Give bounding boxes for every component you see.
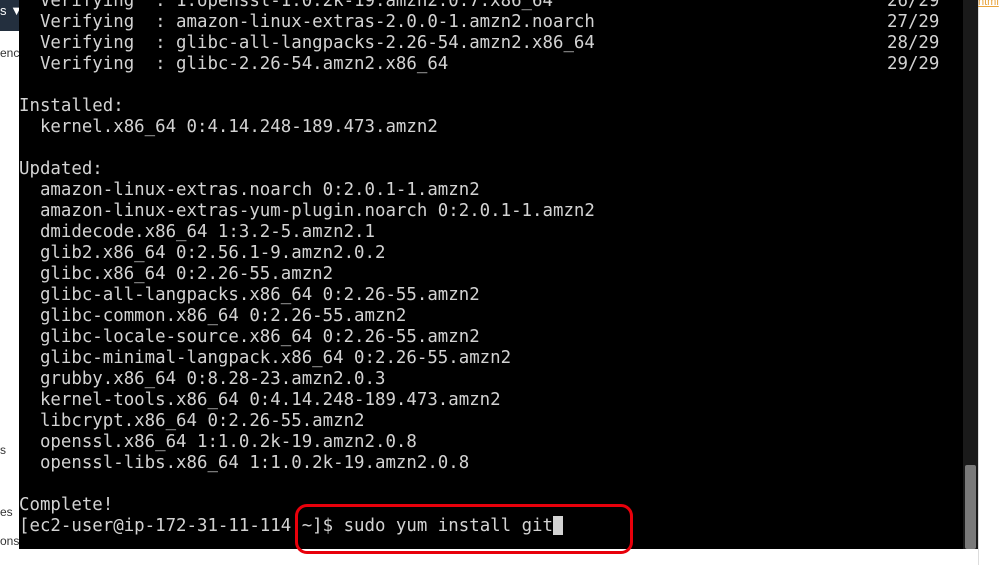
verify-progress-count: 28/29 [887, 33, 940, 53]
terminal-line: Verifying : glibc-all-langpacks-2.26-54.… [19, 33, 963, 54]
terminal-line-text: kernel-tools.x86_64 0:4.14.248-189.473.a… [19, 390, 501, 410]
background-text-fragment: enc [0, 46, 20, 60]
terminal-line: openssl.x86_64 1:1.0.2k-19.amzn2.0.8 [19, 432, 963, 453]
scrollbar-thumb[interactable] [965, 465, 976, 549]
background-text-fragment: es [0, 505, 13, 519]
terminal-line: kernel-tools.x86_64 0:4.14.248-189.473.a… [19, 390, 963, 411]
terminal-line: amazon-linux-extras.noarch 0:2.0.1-1.amz… [19, 180, 963, 201]
terminal-line-text: Updated: [19, 159, 103, 179]
screenshot-root: s ▼ enc s es ons Verifying : 1:openssl-1… [0, 0, 1002, 565]
background-nav-bar: s ▼ [0, 0, 23, 31]
terminal-window[interactable]: Verifying : 1:openssl-1.0.2k-19.amzn2.0.… [19, 0, 978, 549]
terminal-line: Verifying : 1:openssl-1.0.2k-19.amzn2.0.… [19, 0, 963, 12]
terminal-line: Verifying : glibc-2.26-54.amzn2.x86_64 29… [19, 54, 963, 75]
terminal-line: dmidecode.x86_64 1:3.2-5.amzn2.1 [19, 222, 963, 243]
verify-progress-count: 29/29 [887, 54, 940, 74]
verify-progress-count: 27/29 [887, 12, 940, 32]
terminal-line: Updated: [19, 159, 963, 180]
terminal-line-text: Verifying : 1:openssl-1.0.2k-19.amzn2.0.… [19, 0, 553, 11]
background-link-fragment[interactable]: html [978, 0, 999, 8]
terminal-line-text: kernel.x86_64 0:4.14.248-189.473.amzn2 [19, 117, 438, 137]
terminal-line-text: Verifying : glibc-2.26-54.amzn2.x86_64 [19, 54, 449, 74]
terminal-line: glibc.x86_64 0:2.26-55.amzn2 [19, 264, 963, 285]
terminal-line: kernel.x86_64 0:4.14.248-189.473.amzn2 [19, 117, 963, 138]
terminal-line: glibc-minimal-langpack.x86_64 0:2.26-55.… [19, 348, 963, 369]
terminal-line: glib2.x86_64 0:2.56.1-9.amzn2.0.2 [19, 243, 963, 264]
background-text-fragment: s [0, 443, 6, 457]
terminal-line: amazon-linux-extras-yum-plugin.noarch 0:… [19, 201, 963, 222]
terminal-line-text: glib2.x86_64 0:2.56.1-9.amzn2.0.2 [19, 243, 386, 263]
terminal-line-text: Complete! [19, 495, 114, 515]
window-edge [978, 0, 979, 565]
terminal-output: Verifying : 1:openssl-1.0.2k-19.amzn2.0.… [19, 0, 963, 537]
terminal-line-text: glibc-locale-source.x86_64 0:2.26-55.amz… [19, 327, 480, 347]
terminal-line: grubby.x86_64 0:8.28-23.amzn2.0.3 [19, 369, 963, 390]
terminal-line: Verifying : amazon-linux-extras-2.0.0-1.… [19, 12, 963, 33]
terminal-line-text: libcrypt.x86_64 0:2.26-55.amzn2 [19, 411, 365, 431]
terminal-line-text: glibc-common.x86_64 0:2.26-55.amzn2 [19, 306, 407, 326]
background-app-right: html [978, 0, 1002, 565]
terminal-line-text: amazon-linux-extras-yum-plugin.noarch 0:… [19, 201, 595, 221]
terminal-line: glibc-locale-source.x86_64 0:2.26-55.amz… [19, 327, 963, 348]
background-text-fragment: ons [0, 534, 20, 548]
terminal-line-text: Verifying : glibc-all-langpacks-2.26-54.… [19, 33, 595, 53]
terminal-line: Installed: [19, 96, 963, 117]
terminal-line-text: Installed: [19, 96, 124, 116]
terminal-line: glibc-all-langpacks.x86_64 0:2.26-55.amz… [19, 285, 963, 306]
terminal-line: libcrypt.x86_64 0:2.26-55.amzn2 [19, 411, 963, 432]
terminal-line-text: glibc-all-langpacks.x86_64 0:2.26-55.amz… [19, 285, 480, 305]
terminal-line: glibc-common.x86_64 0:2.26-55.amzn2 [19, 306, 963, 327]
terminal-line-text: grubby.x86_64 0:8.28-23.amzn2.0.3 [19, 369, 386, 389]
command-highlight-annotation [295, 504, 633, 554]
terminal-line-text: openssl.x86_64 1:1.0.2k-19.amzn2.0.8 [19, 432, 417, 452]
terminal-scrollbar[interactable] [963, 0, 978, 549]
terminal-line-text: glibc.x86_64 0:2.26-55.amzn2 [19, 264, 334, 284]
terminal-line-text: dmidecode.x86_64 1:3.2-5.amzn2.1 [19, 222, 375, 242]
terminal-line-text: Verifying : amazon-linux-extras-2.0.0-1.… [19, 12, 595, 32]
verify-progress-count: 26/29 [887, 0, 940, 11]
background-app-left: s ▼ enc s es ons [0, 0, 23, 565]
terminal-line-text: openssl-libs.x86_64 1:1.0.2k-19.amzn2.0.… [19, 453, 470, 473]
terminal-line: openssl-libs.x86_64 1:1.0.2k-19.amzn2.0.… [19, 453, 963, 474]
terminal-line-text: amazon-linux-extras.noarch 0:2.0.1-1.amz… [19, 180, 480, 200]
terminal-line-text: glibc-minimal-langpack.x86_64 0:2.26-55.… [19, 348, 512, 368]
